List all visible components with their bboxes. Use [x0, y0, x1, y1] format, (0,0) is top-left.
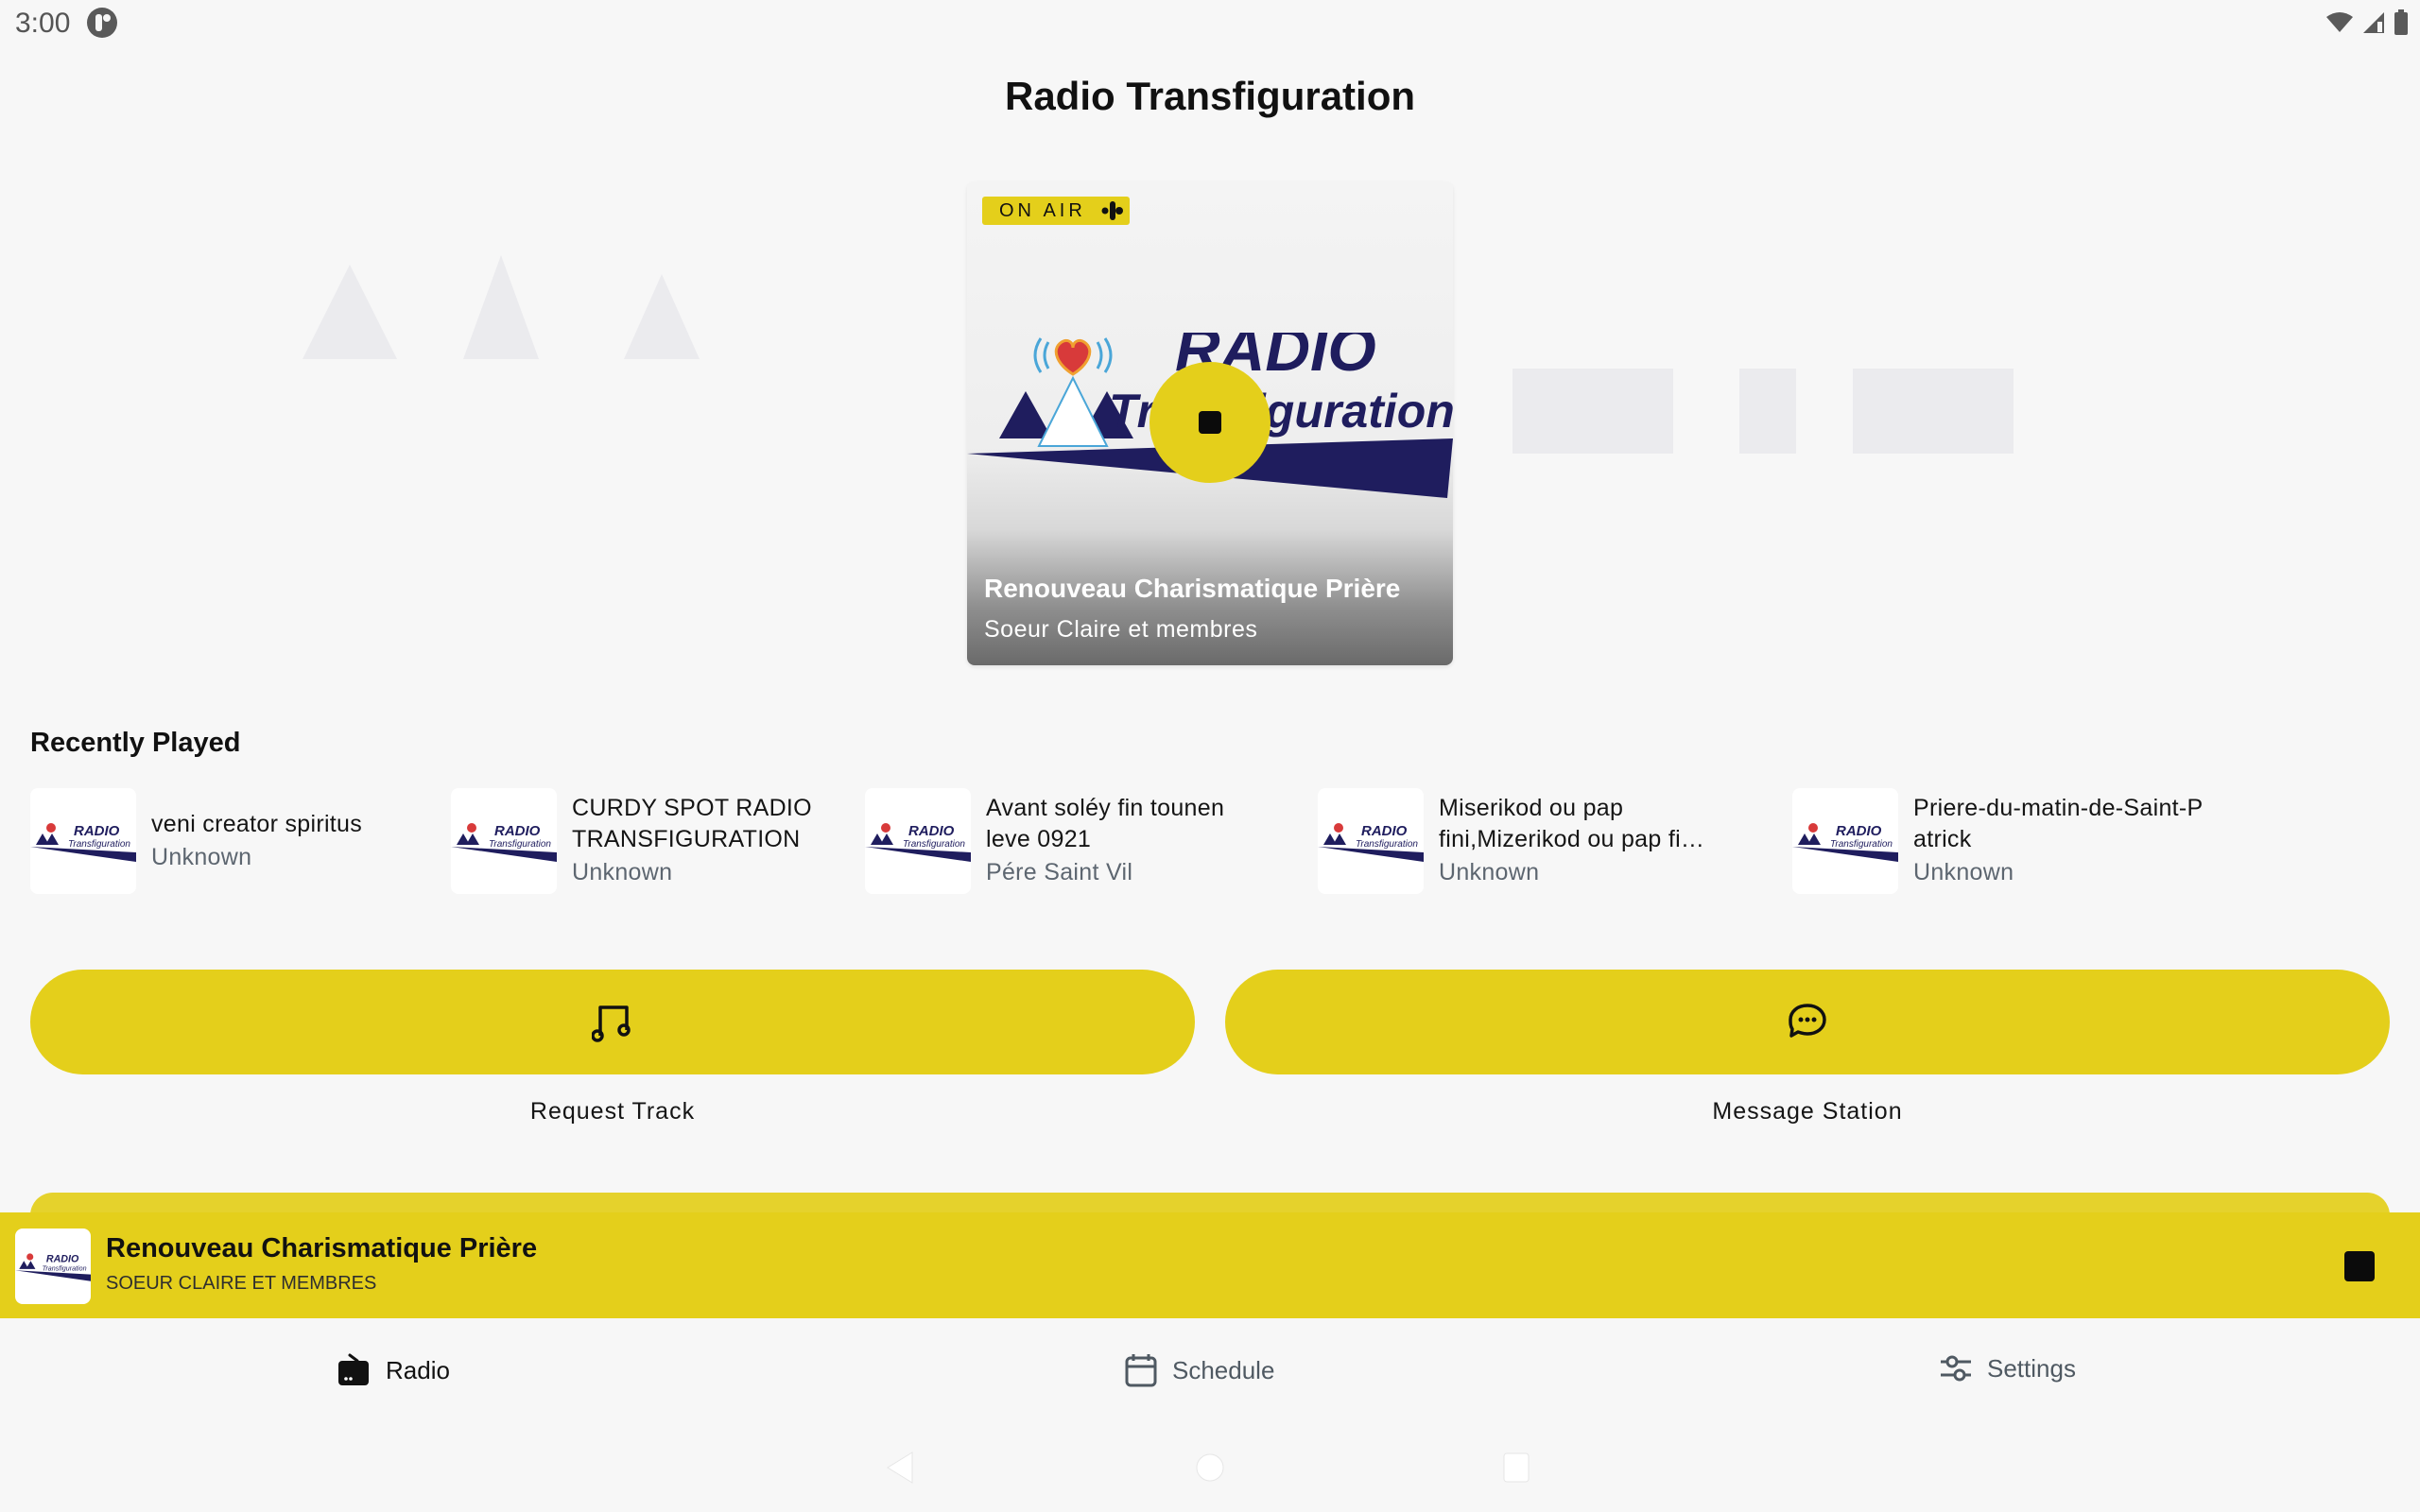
play-stop-button[interactable]	[1150, 362, 1270, 483]
music-note-icon	[592, 1005, 631, 1042]
svg-text:RADIO: RADIO	[74, 823, 120, 839]
system-recents-icon[interactable]	[1501, 1451, 1531, 1485]
on-air-label: ON AIR	[999, 199, 1086, 221]
nav-tab-schedule[interactable]: Schedule	[1125, 1353, 1274, 1387]
track-title: Avant soléy fin tounen leve 0921	[986, 795, 1225, 852]
card-show-host: Soeur Claire et membres	[984, 616, 1258, 643]
svg-text:RADIO: RADIO	[1361, 823, 1408, 839]
svg-text:RADIO: RADIO	[46, 1254, 79, 1265]
track-thumbnail: RADIO Transfiguration	[30, 788, 136, 894]
status-icons	[2325, 9, 2409, 36]
track-artist: Unknown	[572, 859, 673, 885]
track-artist: Unknown	[1913, 859, 2014, 885]
on-air-badge: ON AIR	[982, 197, 1130, 225]
mini-player-title: Renouveau Charismatique Prière	[106, 1233, 538, 1263]
svg-text:Transfiguration: Transfiguration	[489, 839, 551, 850]
svg-text:RADIO: RADIO	[908, 823, 955, 839]
live-audio-icon	[1101, 201, 1123, 220]
page-title: Radio Transfiguration	[1004, 74, 1416, 118]
track-title: veni creator spiritus	[151, 810, 363, 837]
track-title: Priere-du-matin-de-Saint-Patrick	[1913, 795, 2204, 852]
message-station-label[interactable]: Message Station	[1225, 1098, 2390, 1125]
track-thumbnail: RADIO Transfiguration	[1318, 788, 1424, 894]
mini-player-subtitle: SOEUR CLAIRE ET MEMBRES	[106, 1273, 377, 1294]
recently-played-heading: Recently Played	[30, 728, 241, 758]
request-track-button[interactable]	[30, 970, 1195, 1074]
now-playing-card[interactable]: RADIO Transfiguration ON AIR Renouveau C…	[967, 181, 1453, 665]
message-station-button[interactable]	[1225, 970, 2390, 1074]
system-back-icon[interactable]	[884, 1451, 914, 1485]
sliders-icon	[1941, 1355, 1971, 1382]
track-thumbnail: RADIO Transfiguration	[451, 788, 557, 894]
svg-text:Transfiguration: Transfiguration	[68, 839, 130, 850]
svg-text:RADIO: RADIO	[494, 823, 541, 839]
radio-icon	[338, 1353, 369, 1385]
calendar-icon	[1125, 1354, 1157, 1387]
carousel-prev-station[interactable]	[284, 217, 737, 369]
mini-player-stop-button[interactable]	[2344, 1251, 2375, 1281]
recent-track-item[interactable]: RADIO Transfiguration Avant soléy fin tou…	[865, 788, 1300, 894]
track-artist: Unknown	[1439, 859, 1540, 885]
mini-player-artwork: RADIO Transfiguration	[15, 1228, 91, 1304]
system-home-icon[interactable]	[1193, 1451, 1227, 1485]
request-track-label[interactable]: Request Track	[30, 1098, 1195, 1125]
chat-bubble-icon	[1789, 1003, 1826, 1038]
status-time: 3:00	[15, 8, 71, 39]
svg-text:Transfiguration: Transfiguration	[903, 839, 965, 850]
card-show-title: Renouveau Charismatique Prière	[984, 574, 1401, 603]
track-title: Miserikod ou pap fini,Mizerikod ou pap f…	[1439, 795, 1705, 852]
nav-label-schedule: Schedule	[1172, 1355, 1275, 1384]
svg-text:RADIO: RADIO	[1836, 823, 1882, 839]
track-thumbnail: RADIO Transfiguration	[1792, 788, 1898, 894]
recent-track-item[interactable]: RADIO Transfiguration CURDY SPOT RADIO TR…	[451, 788, 848, 894]
battery-icon	[2394, 9, 2408, 35]
wifi-icon	[2326, 12, 2353, 32]
recent-track-item[interactable]: RADIO Transfiguration Miserikod ou pap fi…	[1318, 788, 1753, 894]
recent-track-item[interactable]: RADIO Transfiguration veni creator spirit…	[30, 788, 427, 894]
nav-label-radio: Radio	[386, 1355, 450, 1384]
nav-label-settings: Settings	[1987, 1353, 2076, 1383]
svg-text:Transfiguration: Transfiguration	[1356, 839, 1418, 850]
cell-signal-icon	[2363, 12, 2384, 33]
svg-text:Transfiguration: Transfiguration	[43, 1264, 87, 1272]
track-artist: Pére Saint Vil	[986, 859, 1133, 885]
track-title: CURDY SPOT RADIO TRANSFIGURATION	[572, 795, 812, 852]
nav-tab-radio[interactable]: Radio	[337, 1353, 450, 1387]
track-artist: Unknown	[151, 843, 252, 870]
carousel-next-station[interactable]	[1503, 350, 2032, 463]
mini-player[interactable]: RADIO Transfiguration Renouveau Charismat…	[0, 1212, 2420, 1318]
recent-track-item[interactable]: RADIO Transfiguration Priere-du-matin-de-…	[1792, 788, 2227, 894]
nav-tab-settings[interactable]: Settings	[1940, 1353, 2076, 1383]
svg-text:Transfiguration: Transfiguration	[1830, 839, 1893, 850]
track-thumbnail: RADIO Transfiguration	[865, 788, 971, 894]
stop-icon	[1199, 411, 1221, 434]
notification-app-icon	[87, 8, 117, 38]
